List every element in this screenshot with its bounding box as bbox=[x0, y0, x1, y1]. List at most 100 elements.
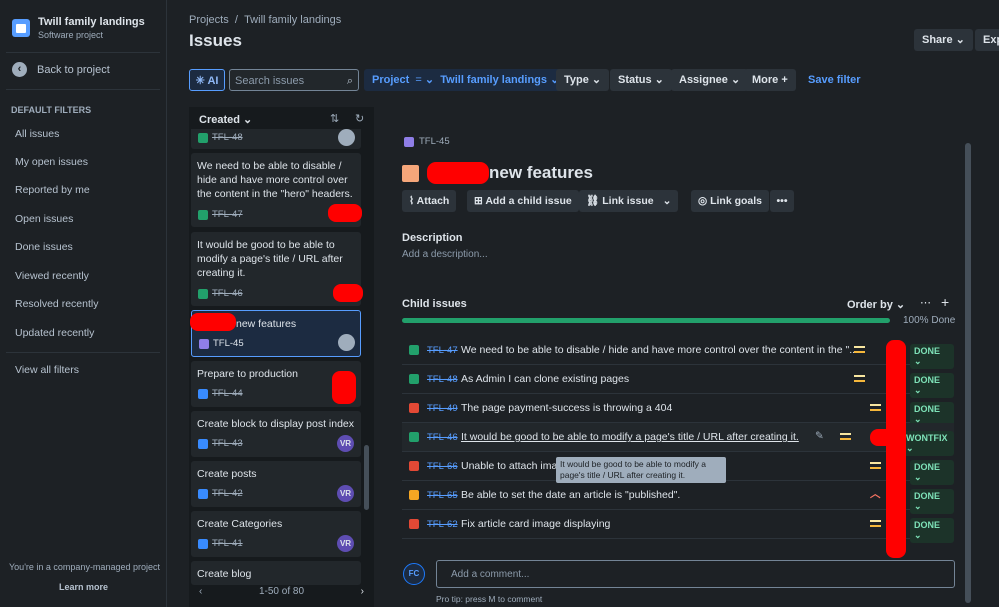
table-row[interactable]: TFL-65 Be able to set the date an article… bbox=[402, 481, 954, 514]
link-issue-button[interactable]: ⛓ Link issue bbox=[579, 190, 661, 212]
add-child-issue-button[interactable]: ⊞ Add a child issue bbox=[467, 190, 579, 212]
issue-key-text: TFL-46 bbox=[212, 288, 243, 299]
chevron-right-icon[interactable]: › bbox=[361, 586, 364, 597]
issue-summary: Create posts bbox=[197, 468, 257, 480]
attach-button[interactable]: ⌇ Attach bbox=[402, 190, 457, 212]
filter-done-issues[interactable]: Done issues bbox=[15, 241, 73, 253]
child-key[interactable]: TFL-49 bbox=[427, 403, 461, 414]
status-filter[interactable]: Status ⌄ bbox=[610, 69, 672, 91]
link-goals-label: Link goals bbox=[710, 195, 763, 207]
refresh-icon[interactable]: ↻ bbox=[355, 112, 364, 125]
project-header[interactable]: Twill family landings Software project bbox=[12, 16, 145, 40]
order-by-label: Order by bbox=[847, 299, 893, 311]
assignee-filter[interactable]: Assignee ⌄ bbox=[671, 69, 749, 91]
more-filters-button[interactable]: More + bbox=[744, 69, 796, 91]
project-filter-label: Project bbox=[372, 74, 410, 86]
share-button[interactable]: Share ⌄ bbox=[914, 29, 973, 51]
divider bbox=[6, 89, 160, 90]
child-title[interactable]: We need to be able to disable / hide and… bbox=[461, 344, 954, 356]
more-actions-button[interactable]: ••• bbox=[770, 190, 794, 212]
project-filter[interactable]: Project = ⌄ Twill family landings ⌄ bbox=[364, 69, 568, 91]
detail-scrollbar[interactable] bbox=[965, 143, 971, 603]
filter-all-issues[interactable]: All issues bbox=[15, 128, 59, 140]
back-to-project-link[interactable]: ‹ Back to project bbox=[12, 62, 110, 77]
filter-open-issues[interactable]: Open issues bbox=[15, 213, 73, 225]
sort-order-icon[interactable]: ⇅ bbox=[330, 112, 339, 125]
list-scrollbar[interactable] bbox=[364, 445, 369, 510]
status-badge[interactable]: DONE ⌄ bbox=[910, 518, 954, 543]
issue-key: TFL-48 bbox=[198, 132, 243, 143]
description-field[interactable]: Add a description... bbox=[402, 249, 488, 260]
child-key[interactable]: TFL-62 bbox=[427, 519, 461, 530]
filter-resolved-recently[interactable]: Resolved recently bbox=[15, 298, 98, 310]
status-text: DONE bbox=[914, 346, 941, 356]
progress-label: 100% Done bbox=[903, 315, 956, 326]
link-issue-dropdown[interactable]: ⌄ bbox=[656, 190, 678, 212]
filter-reported-by-me[interactable]: Reported by me bbox=[15, 184, 90, 196]
breadcrumb: Projects / Twill family landings bbox=[189, 14, 341, 26]
status-text: DONE bbox=[914, 404, 941, 414]
view-all-filters-link[interactable]: View all filters bbox=[15, 364, 79, 376]
child-key[interactable]: TFL-47 bbox=[427, 345, 461, 356]
add-icon[interactable]: + bbox=[941, 294, 949, 310]
issue-key: TFL-46 bbox=[198, 288, 243, 299]
pagination: ‹ 1-50 of 80 › bbox=[189, 586, 374, 597]
chevron-left-icon[interactable]: ‹ bbox=[199, 586, 202, 597]
attach-label: Attach bbox=[416, 195, 450, 207]
status-text: WONTFIX bbox=[906, 433, 948, 443]
back-label: Back to project bbox=[37, 63, 110, 76]
list-item-selected[interactable]: new features TFL-45 bbox=[190, 310, 361, 357]
issue-key: TFL-47 bbox=[198, 209, 243, 220]
filter-viewed-recently[interactable]: Viewed recently bbox=[15, 270, 89, 282]
table-row[interactable]: TFL-48 As Admin I can clone existing page… bbox=[402, 365, 954, 398]
table-row[interactable]: TFL-62 Fix article card image displaying … bbox=[402, 510, 954, 543]
ai-button[interactable]: ✳ AI bbox=[189, 69, 225, 91]
list-item[interactable]: Create posts TFL-42 VR bbox=[191, 461, 361, 507]
order-by-dropdown[interactable]: Order by ⌄ bbox=[847, 298, 905, 311]
filter-my-open-issues[interactable]: My open issues bbox=[15, 156, 88, 168]
description-heading: Description bbox=[402, 232, 463, 244]
redaction-mark bbox=[886, 340, 906, 558]
child-key[interactable]: TFL-48 bbox=[427, 374, 461, 385]
list-item[interactable]: TFL-48 bbox=[191, 129, 361, 149]
ellipsis-icon[interactable]: ⋯ bbox=[920, 296, 931, 309]
type-filter[interactable]: Type ⌄ bbox=[556, 69, 610, 91]
list-item[interactable]: Prepare to production TFL-44 bbox=[191, 361, 361, 407]
child-key[interactable]: TFL-65 bbox=[427, 490, 461, 501]
issue-title[interactable]: new features bbox=[402, 162, 593, 184]
link-goals-button[interactable]: ◎ Link goals bbox=[691, 190, 770, 212]
list-item[interactable]: Create block to display post index TFL-4… bbox=[191, 411, 361, 457]
issue-key[interactable]: TFL-45 bbox=[404, 136, 450, 147]
table-row[interactable]: TFL-47 We need to be able to disable / hi… bbox=[402, 336, 954, 369]
export-button[interactable]: Exp bbox=[975, 29, 999, 51]
child-key[interactable]: TFL-46 bbox=[427, 432, 461, 443]
status-text: DONE bbox=[914, 462, 941, 472]
project-filter-value: Twill family landings bbox=[440, 74, 548, 86]
list-item[interactable]: Create blog bbox=[191, 561, 361, 585]
list-item[interactable]: It would be good to be able to modify a … bbox=[191, 232, 363, 306]
issue-detail: TFL-45 new features ⌇ Attach ⊞ Add a chi… bbox=[392, 128, 962, 607]
issue-summary: Create Categories bbox=[197, 518, 283, 530]
issue-key: TFL-41 bbox=[198, 538, 243, 549]
avatar: VR bbox=[337, 435, 354, 452]
breadcrumb-project[interactable]: Twill family landings bbox=[244, 14, 341, 26]
list-item[interactable]: Create Categories TFL-41 VR bbox=[191, 511, 361, 557]
hierarchy-icon: ⊞ bbox=[474, 195, 483, 207]
project-filter-operator: = bbox=[415, 74, 422, 86]
filter-updated-recently[interactable]: Updated recently bbox=[15, 327, 94, 339]
sort-dropdown[interactable]: Created ⌄ bbox=[199, 113, 252, 126]
avatar bbox=[338, 129, 355, 146]
edit-icon[interactable]: ✎ bbox=[815, 430, 824, 442]
avatar: VR bbox=[337, 485, 354, 502]
comment-input[interactable]: Add a comment... bbox=[436, 560, 955, 588]
subtask-icon bbox=[198, 438, 208, 449]
save-filter-link[interactable]: Save filter bbox=[808, 69, 861, 91]
learn-more-link[interactable]: Learn more bbox=[59, 582, 108, 592]
table-row[interactable]: TFL-49 The page payment-success is throwi… bbox=[402, 394, 954, 427]
ai-label: AI bbox=[207, 75, 219, 87]
child-key[interactable]: TFL-66 bbox=[427, 461, 461, 472]
breadcrumb-projects[interactable]: Projects bbox=[189, 14, 229, 26]
child-title[interactable]: As Admin I can clone existing pages bbox=[461, 373, 954, 385]
list-item[interactable]: We need to be able to disable / hide and… bbox=[191, 153, 362, 227]
search-input[interactable]: Search issues ⌕ bbox=[229, 69, 359, 91]
